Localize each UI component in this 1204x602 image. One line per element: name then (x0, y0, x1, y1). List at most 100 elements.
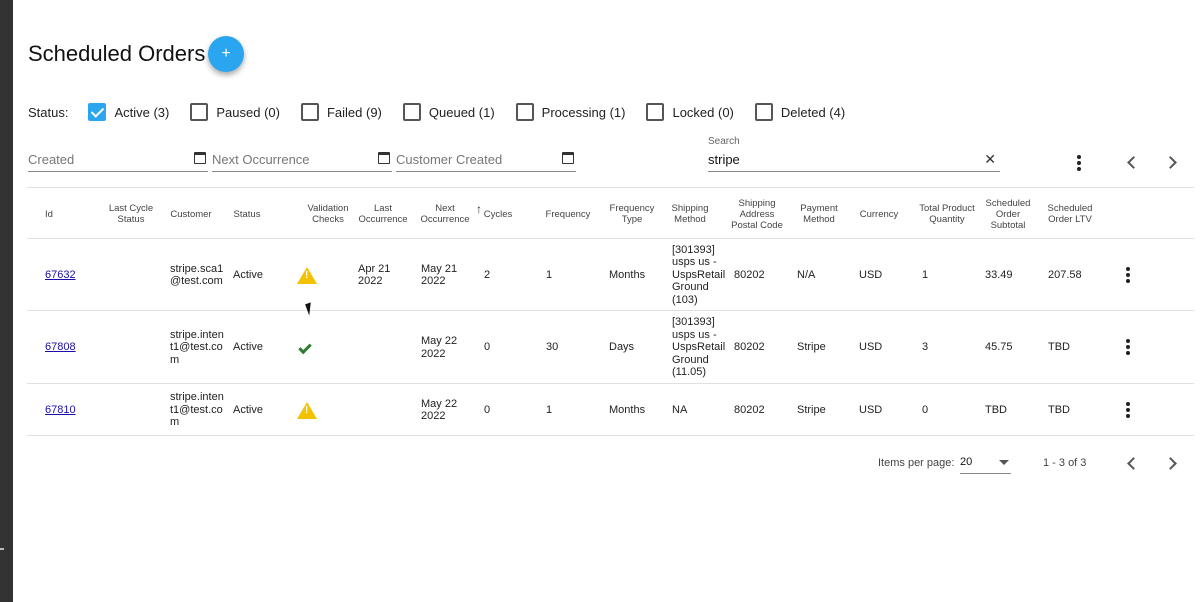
cell-customer: stripe.inten t1@test.co m (170, 328, 224, 366)
header-validation-checks[interactable]: Validation Checks (303, 188, 353, 240)
cell-frequency-type: Months (609, 268, 646, 281)
warning-icon[interactable] (297, 401, 317, 419)
next-occurrence-date-field[interactable]: Next Occurrence (212, 150, 392, 172)
checkbox-icon[interactable] (646, 103, 665, 121)
left-window-strip (0, 0, 13, 602)
page-title: Scheduled Orders (28, 41, 206, 66)
order-id-link[interactable]: 67632 (45, 269, 76, 282)
scheduled-orders-table: Id Last Cycle Status Customer Status Val… (27, 187, 1194, 436)
calendar-icon[interactable] (562, 152, 574, 164)
prev-page-top-chevron-left-icon[interactable] (1126, 156, 1138, 168)
calendar-icon[interactable] (194, 152, 206, 164)
status-option-active[interactable]: Active (3) (88, 103, 169, 121)
dropdown-caret-icon[interactable] (999, 460, 1009, 465)
checkbox-icon[interactable] (754, 103, 773, 121)
cell-currency: USD (859, 341, 883, 354)
header-id[interactable]: Id (27, 188, 71, 240)
status-option-processing[interactable]: Processing (1) (515, 103, 626, 121)
cell-ltv: TBD (1048, 341, 1070, 354)
status-option-locked[interactable]: Locked (0) (646, 103, 734, 121)
status-option-paused[interactable]: Paused (0) (190, 103, 280, 121)
items-per-page-select[interactable]: 20 (960, 456, 1011, 474)
cell-postal-code: 80202 (734, 268, 765, 281)
header-frequency[interactable]: Frequency (541, 188, 595, 240)
cell-currency: USD (859, 403, 883, 416)
plus-icon: + (221, 45, 231, 62)
checkbox-icon[interactable] (515, 103, 534, 121)
table-row[interactable]: 67632 stripe.sca1 @test.com Active Apr 2… (27, 239, 1194, 311)
cell-frequency: 1 (546, 268, 553, 281)
cell-id[interactable]: 67632 (45, 239, 95, 311)
status-option-failed[interactable]: Failed (9) (300, 103, 382, 121)
header-shipping-method[interactable]: Shipping Method (667, 188, 713, 240)
checkbox-icon[interactable] (402, 103, 421, 121)
header-customer[interactable]: Customer (167, 188, 215, 240)
next-page-top-chevron-right-icon[interactable] (1166, 156, 1178, 168)
next-page-chevron-right-icon[interactable] (1166, 457, 1178, 469)
items-per-page-value: 20 (960, 456, 973, 468)
customer-created-date-field[interactable]: Customer Created (396, 150, 576, 172)
checkbox-icon[interactable] (300, 103, 319, 121)
prev-page-chevron-left-icon[interactable] (1126, 457, 1138, 469)
header-scheduled-order-subtotal[interactable]: Scheduled Order Subtotal (981, 188, 1035, 240)
cell-status: Active (233, 268, 263, 281)
cell-payment-method: N/A (797, 268, 816, 281)
search-input[interactable] (708, 152, 968, 167)
table-row[interactable]: 67810 stripe.inten t1@test.co m Active M… (27, 384, 1194, 436)
status-option-label: Active (3) (114, 104, 170, 120)
status-filter-label: Status: (28, 104, 69, 120)
header-cycles[interactable]: Cycles (479, 188, 517, 240)
cell-next-occurrence: May 21 2022 (421, 262, 458, 288)
checkbox-checked-icon[interactable] (88, 103, 107, 121)
header-currency[interactable]: Currency (853, 188, 905, 240)
created-date-field[interactable]: Created (28, 150, 208, 172)
cell-shipping-method: [301393] usps us - UspsRetail Ground (11… (672, 316, 726, 379)
row-actions-kebab-icon[interactable] (1126, 339, 1130, 355)
header-last-occurrence[interactable]: Last Occurrence (357, 188, 409, 240)
cell-cycles: 2 (484, 268, 491, 281)
order-id-link[interactable]: 67808 (45, 341, 76, 354)
cell-validation (297, 239, 317, 311)
calendar-icon[interactable] (378, 152, 390, 164)
status-option-label: Processing (1) (541, 104, 626, 120)
header-total-product-quantity[interactable]: Total Product Quantity (917, 188, 977, 240)
header-scheduled-order-ltv[interactable]: Scheduled Order LTV (1043, 188, 1097, 240)
cell-quantity: 1 (922, 268, 929, 281)
row-actions-kebab-icon[interactable] (1126, 267, 1130, 283)
add-order-button[interactable]: + (208, 36, 244, 72)
header-shipping-address-postal-code[interactable]: Shipping Address Postal Code (731, 188, 783, 240)
status-option-deleted[interactable]: Deleted (4) (754, 103, 846, 121)
status-option-label: Queued (1) (428, 104, 495, 120)
cell-last-occurrence (358, 384, 402, 436)
warning-icon[interactable] (297, 266, 317, 284)
next-occurrence-placeholder: Next Occurrence (212, 152, 310, 167)
header-frequency-type[interactable]: Frequency Type (605, 188, 659, 240)
cell-frequency: 30 (546, 341, 559, 354)
cell-quantity: 3 (922, 341, 929, 354)
header-status[interactable]: Status (227, 188, 267, 240)
cell-customer: stripe.inten t1@test.co m (170, 391, 224, 429)
cell-cycles: 0 (484, 403, 491, 416)
cell-ltv: TBD (1048, 403, 1070, 416)
table-row[interactable]: 67808 stripe.inten t1@test.co m Active M… (27, 302, 1194, 384)
check-icon[interactable] (298, 340, 312, 355)
cell-id[interactable]: 67810 (45, 384, 95, 436)
cell-status: Active (233, 341, 263, 354)
status-filter: Status: Active (3) Paused (0) Failed (9)… (28, 100, 866, 124)
status-option-queued[interactable]: Queued (1) (402, 103, 495, 121)
order-id-link[interactable]: 67810 (45, 404, 76, 417)
cell-quantity: 0 (922, 403, 929, 416)
cell-id[interactable]: 67808 (45, 311, 95, 384)
clear-search-icon[interactable]: ✕ (984, 151, 996, 168)
header-last-cycle-status[interactable]: Last Cycle Status (103, 188, 159, 240)
cell-payment-method: Stripe (797, 403, 826, 416)
status-option-label: Deleted (4) (780, 104, 846, 120)
row-actions-kebab-icon[interactable] (1126, 402, 1130, 418)
cell-next-occurrence: May 22 2022 (421, 335, 458, 360)
cell-last-cycle-status (107, 311, 157, 384)
header-next-occurrence[interactable]: Next Occurrence (417, 188, 473, 240)
cell-frequency-type: Days (609, 341, 635, 354)
header-payment-method[interactable]: Payment Method (793, 188, 845, 240)
checkbox-icon[interactable] (190, 103, 209, 121)
table-options-kebab-icon[interactable] (1077, 155, 1081, 171)
